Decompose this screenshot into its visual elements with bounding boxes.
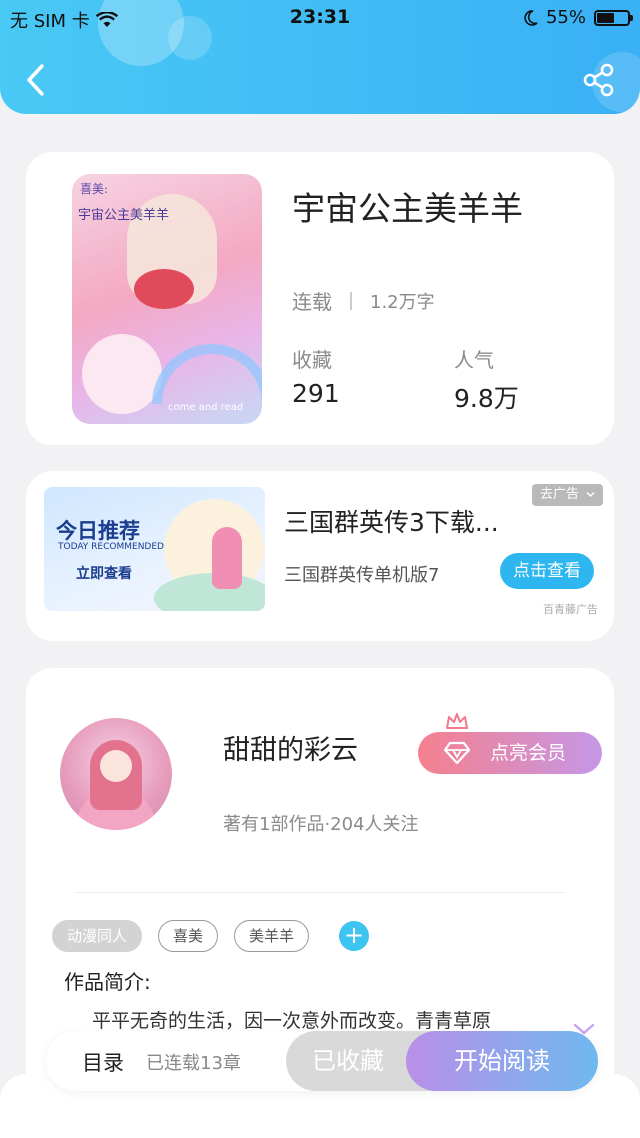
table-of-contents-button[interactable]: 目录 bbox=[82, 1047, 124, 1077]
popularity-label: 人气 bbox=[454, 348, 494, 372]
ad-image-cta: 立即查看 bbox=[76, 566, 132, 582]
battery-fill bbox=[597, 12, 614, 23]
start-reading-button[interactable]: 开始阅读 bbox=[406, 1031, 598, 1091]
remove-ad-button[interactable]: 去广告 bbox=[532, 484, 604, 506]
divider bbox=[350, 291, 352, 310]
share-icon[interactable] bbox=[582, 63, 616, 97]
cover-text: 喜美: bbox=[80, 182, 109, 196]
ad-image-title: 今日推荐 bbox=[56, 519, 140, 543]
ad-title[interactable]: 三国群英传3下载... bbox=[284, 503, 499, 539]
ad-art-hill bbox=[154, 573, 265, 611]
chapter-count: 已连载13章 bbox=[146, 1053, 241, 1074]
book-title: 宇宙公主美羊羊 bbox=[292, 189, 523, 228]
ad-card[interactable]: 今日推荐 TODAY RECOMMENDED 立即查看 去广告 三国群英传3下载… bbox=[26, 471, 614, 641]
vip-label: 点亮会员 bbox=[490, 742, 567, 764]
cover-text: 宇宙公主美羊羊 bbox=[78, 208, 170, 223]
author-meta: 著有1部作品·204人关注 bbox=[223, 814, 419, 835]
tag-list: 动漫同人 喜美 美羊羊 + bbox=[52, 920, 370, 952]
chevron-down-icon bbox=[586, 491, 595, 498]
crown-icon bbox=[446, 713, 468, 729]
ad-source: 百青藤广告 bbox=[543, 603, 598, 616]
favorites-stat: 收藏 291 bbox=[292, 344, 340, 408]
battery-percent: 55% bbox=[545, 7, 586, 28]
intro-text: 平平无奇的生活，因一次意外而改变。青青草原 bbox=[92, 1010, 492, 1032]
diamond-icon bbox=[444, 741, 470, 765]
serial-status: 连载 bbox=[292, 290, 332, 314]
avatar-art-face bbox=[100, 750, 132, 782]
book-info-card: 喜美: 宇宙公主美羊羊 come and read 宇宙公主美羊羊 连载 1.2… bbox=[26, 152, 614, 445]
cover-text: come and read bbox=[168, 402, 244, 413]
vip-membership-button[interactable]: 点亮会员 bbox=[418, 732, 602, 774]
tag-item[interactable]: 动漫同人 bbox=[52, 920, 143, 952]
tag-item[interactable]: 喜美 bbox=[158, 920, 219, 952]
ad-art-girl bbox=[212, 527, 242, 589]
ad-image-subtitle: TODAY RECOMMENDED bbox=[58, 542, 164, 552]
author-name[interactable]: 甜甜的彩云 bbox=[223, 728, 358, 767]
ad-image[interactable]: 今日推荐 TODAY RECOMMENDED 立即查看 bbox=[44, 487, 265, 611]
add-tag-button[interactable]: + bbox=[339, 921, 370, 951]
header: 无 SIM 卡 23:31 55% bbox=[0, 0, 640, 114]
intro-label: 作品简介: bbox=[64, 970, 151, 994]
remove-ad-label: 去广告 bbox=[540, 487, 580, 502]
status-bar: 无 SIM 卡 23:31 55% bbox=[0, 0, 640, 34]
book-cover-image[interactable]: 喜美: 宇宙公主美羊羊 come and read bbox=[72, 174, 262, 424]
favorites-label: 收藏 bbox=[292, 348, 332, 372]
status-right: 55% bbox=[524, 7, 633, 28]
book-status-row: 连载 1.2万字 bbox=[292, 286, 435, 315]
divider bbox=[76, 892, 564, 893]
favorites-value: 291 bbox=[292, 379, 340, 408]
cover-art-sheep bbox=[82, 334, 162, 414]
tag-item[interactable]: 美羊羊 bbox=[234, 920, 310, 952]
popularity-value: 9.8万 bbox=[454, 384, 519, 413]
cover-art-rainbow bbox=[152, 344, 262, 404]
moon-icon bbox=[524, 9, 538, 26]
cover-art-roses bbox=[134, 269, 194, 309]
battery-icon bbox=[594, 9, 633, 26]
ad-view-button[interactable]: 点击查看 bbox=[500, 553, 594, 589]
popularity-stat: 人气 9.8万 bbox=[454, 344, 519, 415]
chevron-left-icon[interactable] bbox=[22, 62, 52, 98]
word-count: 1.2万字 bbox=[370, 291, 435, 313]
bottom-action-bar: 目录 已连载13章 已收藏 开始阅读 bbox=[46, 1031, 598, 1091]
ad-subtitle: 三国群英传单机版7 bbox=[284, 565, 440, 586]
avatar[interactable] bbox=[60, 718, 172, 830]
